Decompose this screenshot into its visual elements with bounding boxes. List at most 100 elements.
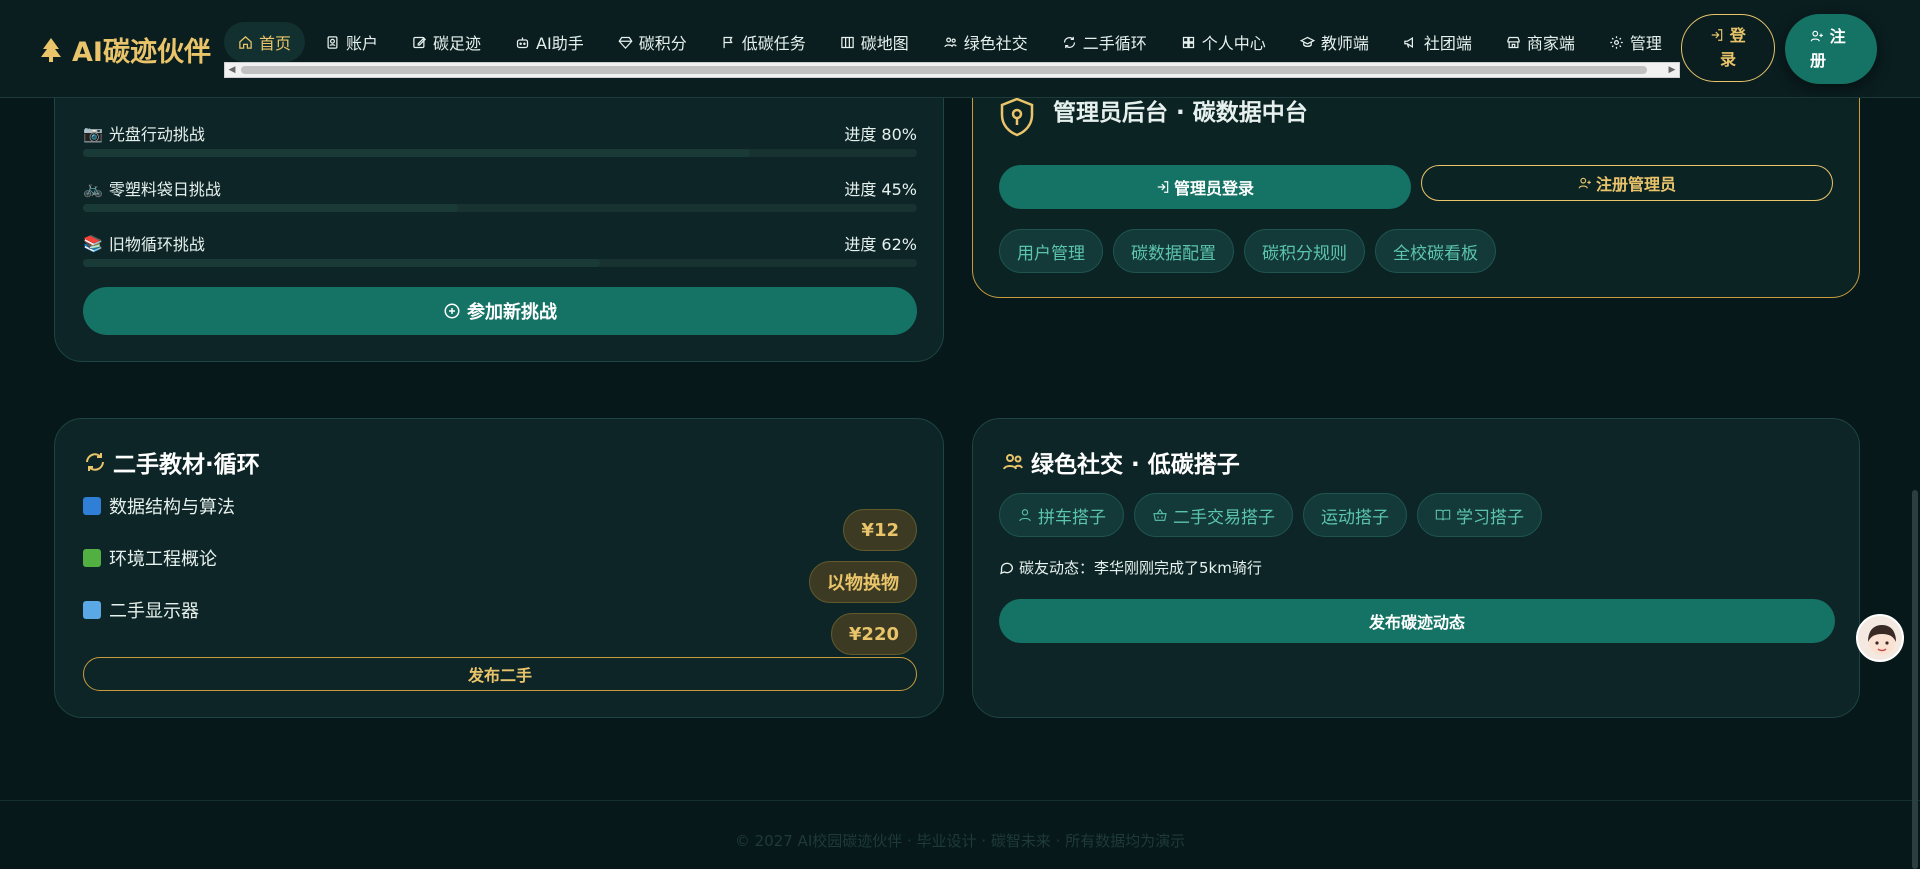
book-name: 环境工程概论 — [109, 549, 217, 570]
nav-label: 商家端 — [1526, 34, 1575, 53]
nav-label: 账户 — [346, 34, 379, 53]
progress-track — [83, 204, 917, 212]
social-title-text: 绿色社交 · 低碳搭子 — [1031, 452, 1240, 478]
girl-avatar-icon — [1868, 625, 1896, 655]
post-secondhand-button[interactable]: 发布二手 — [83, 657, 917, 691]
brand-logo[interactable]: AI碳迹伙伴 — [40, 30, 211, 69]
nav-item-merchant[interactable]: 商家端 — [1492, 22, 1589, 62]
challenge-item[interactable]: 📷 光盘行动挑战 进度 80% — [83, 121, 917, 157]
grid-icon — [1182, 36, 1194, 48]
tag-carbon-data-config[interactable]: 碳数据配置 — [1113, 229, 1234, 273]
nav-item-club[interactable]: 社团端 — [1389, 22, 1486, 62]
camera-icon: 📷 — [83, 123, 103, 143]
books-title-text: 二手教材·循环 — [113, 452, 260, 478]
challenge-label: 光盘行动挑战 — [108, 125, 205, 144]
tag-points-rules[interactable]: 碳积分规则 — [1244, 229, 1365, 273]
user-icon — [1019, 509, 1031, 522]
social-tag-list: 拼车搭子 二手交易搭子 运动搭子 学习搭子 — [999, 493, 1542, 537]
books-icon: 📚 — [83, 233, 103, 253]
users-icon — [944, 37, 957, 47]
tag-user-management[interactable]: 用户管理 — [999, 229, 1103, 273]
tag-label: 学习搭子 — [1456, 507, 1524, 528]
scroll-right-icon[interactable]: ▶ — [1665, 63, 1679, 77]
tag-trade-buddy[interactable]: 二手交易搭子 — [1134, 493, 1293, 537]
green-social-card: 绿色社交 · 低碳搭子 拼车搭子 二手交易搭子 运动搭子 学习搭子 碳友动态：李… — [972, 418, 1860, 718]
book-open-icon — [1435, 509, 1451, 521]
sign-in-icon — [1711, 29, 1723, 41]
tag-carpool[interactable]: 拼车搭子 — [999, 493, 1124, 537]
nav-item-footprint[interactable]: 碳足迹 — [398, 22, 495, 62]
social-feed: 碳友动态：李华刚刚完成了5km骑行 — [999, 557, 1262, 578]
tag-study-buddy[interactable]: 学习搭子 — [1417, 493, 1542, 537]
page-scrollbar[interactable] — [1912, 490, 1918, 869]
progress-fill — [83, 149, 751, 157]
gear-icon — [1610, 35, 1623, 49]
sign-in-icon — [1157, 181, 1169, 193]
scrollbar-thumb[interactable] — [241, 66, 1647, 74]
tag-sports-buddy[interactable]: 运动搭子 — [1303, 493, 1407, 537]
scroll-left-icon[interactable]: ◀ — [225, 63, 239, 77]
book-item[interactable]: 数据结构与算法 ¥12 — [83, 493, 917, 551]
nav-label: 碳积分 — [638, 34, 687, 53]
admin-login-label: 管理员登录 — [1173, 179, 1254, 198]
nav-item-tasks[interactable]: 低碳任务 — [707, 22, 820, 62]
admin-card: 管理员后台 · 碳数据中台 管理员登录 注册管理员 用户管理 碳数据配置 碳积分… — [972, 70, 1860, 298]
home-icon — [239, 35, 252, 49]
join-challenge-button[interactable]: 参加新挑战 — [83, 287, 917, 335]
flag-icon — [723, 36, 733, 48]
feed-text: 碳友动态：李华刚刚完成了5km骑行 — [1019, 559, 1262, 577]
assistant-avatar[interactable] — [1856, 614, 1904, 662]
tag-campus-dashboard[interactable]: 全校碳看板 — [1375, 229, 1496, 273]
nav-item-recycle[interactable]: 二手循环 — [1048, 22, 1161, 62]
nav-item-map[interactable]: 碳地图 — [826, 22, 923, 62]
nav-item-profile[interactable]: 个人中心 — [1167, 22, 1280, 62]
nav-item-home[interactable]: 首页 — [224, 22, 306, 62]
progress-track — [83, 259, 917, 267]
nav-label: 低碳任务 — [741, 34, 806, 53]
challenge-label-wrap: 📷 光盘行动挑战 — [83, 121, 917, 145]
secondhand-books-card: 二手教材·循环 数据结构与算法 ¥12 环境工程概论 以物换物 二手显示器 ¥2… — [54, 418, 944, 718]
book-name: 数据结构与算法 — [109, 497, 235, 518]
challenge-item[interactable]: 📚 旧物循环挑战 进度 62% — [83, 231, 917, 267]
tag-label: 二手交易搭子 — [1173, 507, 1275, 528]
admin-login-button[interactable]: 管理员登录 — [999, 165, 1411, 209]
progress-fill — [83, 204, 459, 212]
join-label: 参加新挑战 — [467, 302, 557, 323]
nav-item-social[interactable]: 绿色社交 — [929, 22, 1042, 62]
challenge-progress-text: 进度 80% — [844, 125, 917, 144]
nav-item-admin[interactable]: 管理 — [1595, 22, 1676, 62]
nav-label: 个人中心 — [1201, 34, 1266, 53]
admin-title: 管理员后台 · 碳数据中台 — [1053, 100, 1308, 126]
tag-label: 拼车搭子 — [1038, 507, 1106, 528]
price-badge: ¥220 — [830, 613, 917, 655]
book-item[interactable]: 环境工程概论 以物换物 — [83, 545, 917, 603]
login-button[interactable]: 登录 — [1681, 14, 1775, 82]
progress-fill — [83, 259, 601, 267]
bicycle-icon: 🚲 — [83, 178, 103, 198]
nav-label: 碳地图 — [860, 34, 909, 53]
nav-label: 管理 — [1629, 34, 1662, 53]
users-icon — [1003, 454, 1023, 470]
post-dynamic-button[interactable]: 发布碳迹动态 — [999, 599, 1835, 643]
nav-scroll-container[interactable]: 首页 账户 碳足迹 AI助手 碳积分 低碳任务 碳地图 绿色社交 二手循环 个人… — [224, 22, 1680, 78]
nav-item-teacher[interactable]: 教师端 — [1286, 22, 1383, 62]
challenge-item[interactable]: 🚲 零塑料袋日挑战 进度 45% — [83, 176, 917, 212]
register-button[interactable]: 注册 — [1785, 14, 1877, 84]
shield-lock-icon — [1000, 97, 1034, 137]
shop-icon — [1507, 36, 1520, 48]
challenge-label: 旧物循环挑战 — [108, 235, 205, 254]
nav-horizontal-scrollbar[interactable]: ◀ ▶ — [224, 62, 1680, 78]
social-card-title: 绿色社交 · 低碳搭子 — [1001, 445, 1240, 479]
brand-name: AI碳迹伙伴 — [72, 37, 211, 68]
nav-item-points[interactable]: 碳积分 — [604, 22, 701, 62]
admin-register-button[interactable]: 注册管理员 — [1421, 165, 1833, 201]
admin-register-label: 注册管理员 — [1595, 175, 1676, 194]
edit-icon — [413, 36, 427, 48]
plus-circle-icon — [444, 303, 460, 319]
nav-item-ai-assistant[interactable]: AI助手 — [501, 22, 598, 62]
book-item[interactable]: 二手显示器 ¥220 — [83, 597, 917, 655]
graduation-cap-icon — [1299, 36, 1315, 47]
nav-item-account[interactable]: 账户 — [311, 22, 392, 62]
nav-label: 二手循环 — [1082, 34, 1147, 53]
user-plus-icon — [1578, 177, 1591, 189]
